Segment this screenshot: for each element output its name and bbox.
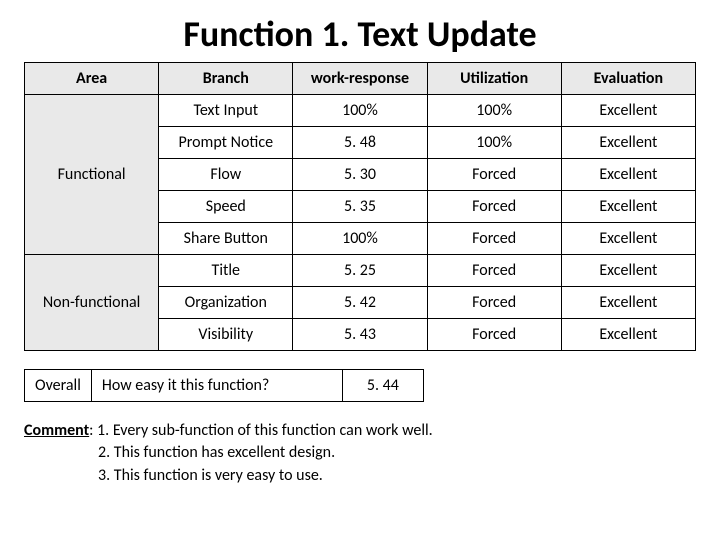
evaluation-table: Area Branch work-response Utilization Ev… bbox=[24, 62, 696, 351]
area-cell: Functional bbox=[25, 95, 159, 255]
overall-value: 5. 44 bbox=[343, 369, 424, 402]
cell-eval: Excellent bbox=[561, 255, 695, 287]
comment-line-2: 2. This function has excellent design. bbox=[24, 442, 696, 464]
header-row: Area Branch work-response Utilization Ev… bbox=[25, 63, 696, 95]
colon: : bbox=[89, 421, 97, 440]
cell-eval: Excellent bbox=[561, 127, 695, 159]
cell-eval: Excellent bbox=[561, 159, 695, 191]
cell-eval: Excellent bbox=[561, 223, 695, 255]
overall-summary: Overall How easy it this function? 5. 44 bbox=[24, 369, 696, 402]
page-title: Function 1. Text Update bbox=[24, 12, 696, 56]
cell-branch: Share Button bbox=[159, 223, 293, 255]
cell-work: 5. 42 bbox=[293, 287, 427, 319]
cell-work: 5. 25 bbox=[293, 255, 427, 287]
table-row: Non-functionalTitle5. 25ForcedExcellent bbox=[25, 255, 696, 287]
cell-branch: Prompt Notice bbox=[159, 127, 293, 159]
cell-branch: Title bbox=[159, 255, 293, 287]
cell-util: Forced bbox=[427, 255, 561, 287]
cell-util: Forced bbox=[427, 319, 561, 351]
cell-work: 5. 30 bbox=[293, 159, 427, 191]
cell-util: 100% bbox=[427, 95, 561, 127]
comment-line-1: 1. Every sub-function of this function c… bbox=[97, 421, 433, 440]
cell-branch: Text Input bbox=[159, 95, 293, 127]
cell-branch: Flow bbox=[159, 159, 293, 191]
cell-eval: Excellent bbox=[561, 287, 695, 319]
cell-work: 5. 43 bbox=[293, 319, 427, 351]
col-util: Utilization bbox=[427, 63, 561, 95]
cell-work: 100% bbox=[293, 95, 427, 127]
cell-branch: Speed bbox=[159, 191, 293, 223]
table-body: FunctionalText Input100%100%ExcellentPro… bbox=[25, 95, 696, 351]
cell-work: 5. 48 bbox=[293, 127, 427, 159]
cell-util: Forced bbox=[427, 223, 561, 255]
cell-eval: Excellent bbox=[561, 319, 695, 351]
overall-question: How easy it this function? bbox=[92, 369, 343, 402]
cell-eval: Excellent bbox=[561, 191, 695, 223]
cell-work: 5. 35 bbox=[293, 191, 427, 223]
cell-eval: Excellent bbox=[561, 95, 695, 127]
cell-util: Forced bbox=[427, 287, 561, 319]
col-area: Area bbox=[25, 63, 159, 95]
slide: Function 1. Text Update Area Branch work… bbox=[0, 0, 720, 540]
col-branch: Branch bbox=[159, 63, 293, 95]
cell-util: Forced bbox=[427, 191, 561, 223]
table-row: FunctionalText Input100%100%Excellent bbox=[25, 95, 696, 127]
comment-block: Comment: 1. Every sub-function of this f… bbox=[24, 420, 696, 487]
overall-label: Overall bbox=[24, 369, 92, 402]
cell-branch: Organization bbox=[159, 287, 293, 319]
cell-work: 100% bbox=[293, 223, 427, 255]
col-work: work-response bbox=[293, 63, 427, 95]
area-cell: Non-functional bbox=[25, 255, 159, 351]
comment-label: Comment bbox=[24, 421, 89, 440]
cell-util: Forced bbox=[427, 159, 561, 191]
cell-util: 100% bbox=[427, 127, 561, 159]
cell-branch: Visibility bbox=[159, 319, 293, 351]
comment-line-3: 3. This function is very easy to use. bbox=[24, 465, 696, 487]
col-eval: Evaluation bbox=[561, 63, 695, 95]
